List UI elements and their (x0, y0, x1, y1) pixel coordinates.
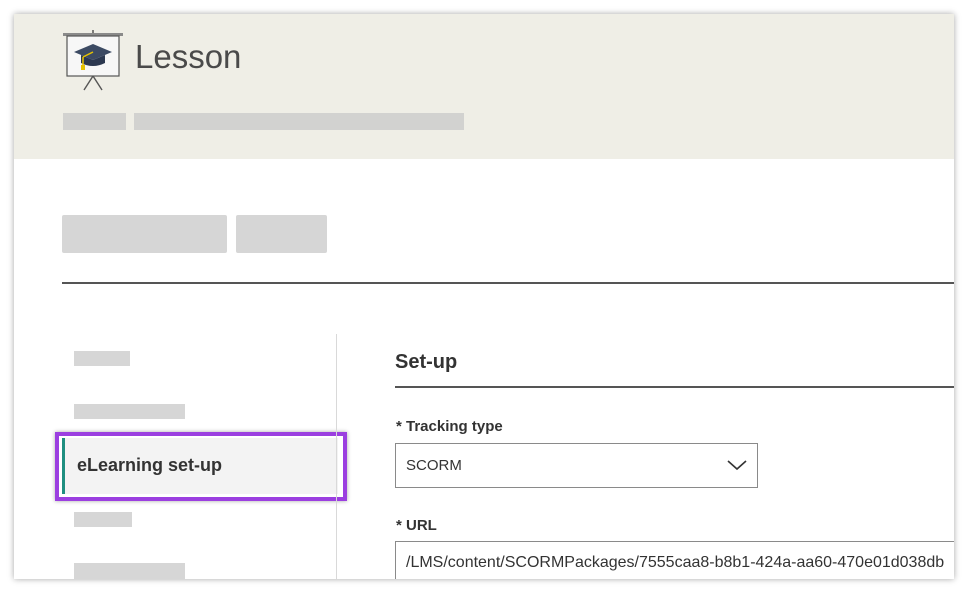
tab-placeholder[interactable] (236, 215, 327, 253)
lesson-presentation-icon (63, 30, 123, 91)
sidebar-item-placeholder[interactable] (74, 512, 132, 527)
breadcrumb-placeholder (63, 113, 126, 130)
tab-placeholder[interactable] (62, 215, 227, 253)
section-divider (395, 386, 954, 388)
section-title: Set-up (395, 351, 458, 373)
chevron-down-icon (727, 460, 747, 471)
sidebar-item-placeholder[interactable] (74, 351, 130, 366)
url-label: * URL (396, 517, 437, 534)
tracking-type-label: * Tracking type (396, 418, 503, 435)
sidebar-item-placeholder[interactable] (74, 404, 185, 419)
tabs-divider (62, 282, 954, 284)
sidebar-divider (336, 334, 337, 579)
tracking-type-value: SCORM (406, 457, 462, 474)
app-window: Lesson eLearning set-up Set-up * Trackin… (14, 14, 954, 579)
breadcrumb-placeholder (134, 113, 464, 130)
page-header: Lesson (14, 14, 954, 159)
url-input[interactable] (395, 541, 954, 579)
tracking-type-select[interactable]: SCORM (395, 443, 758, 488)
page-title: Lesson (135, 38, 242, 75)
sidebar-item-placeholder[interactable] (74, 563, 185, 579)
highlight-annotation (55, 432, 347, 501)
